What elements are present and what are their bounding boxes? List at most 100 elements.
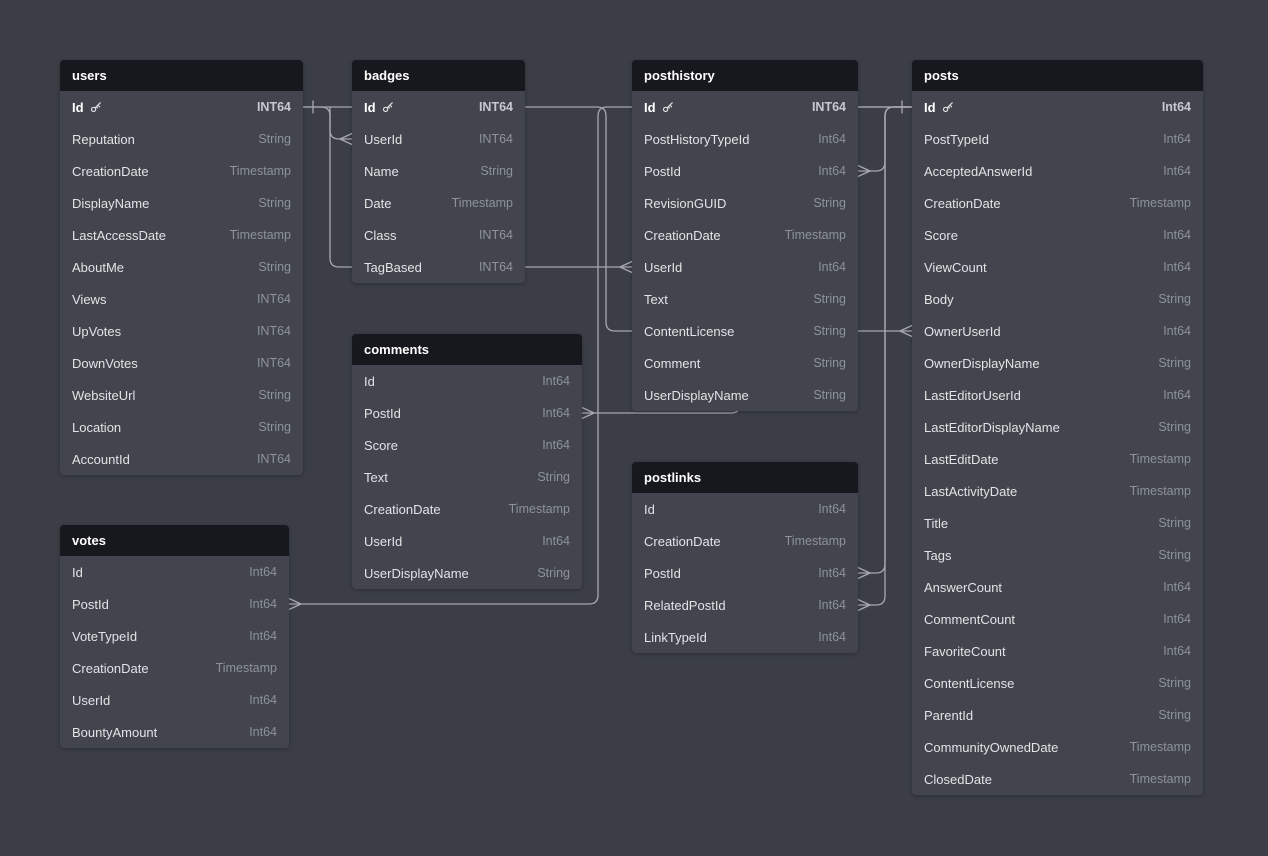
field-name: Text — [644, 292, 668, 307]
field-type: Int64 — [249, 693, 277, 707]
field-row-votes-CreationDate: CreationDateTimestamp — [60, 652, 289, 684]
field-row-posts-AcceptedAnswerId: AcceptedAnswerId Int64 — [912, 155, 1203, 187]
table-header-postlinks[interactable]: postlinks — [632, 462, 858, 493]
field-row-users-CreationDate: CreationDateTimestamp — [60, 155, 303, 187]
field-row-posts-LastEditorUserId: LastEditorUserIdInt64 — [912, 379, 1203, 411]
table-title: posts — [924, 68, 959, 83]
field-type: Int64 — [818, 260, 846, 274]
field-row-posts-PostTypeId: PostTypeId Int64 — [912, 123, 1203, 155]
table-posthistory[interactable]: posthistoryIdINT64PostHistoryTypeIdInt64… — [632, 60, 858, 411]
table-header-posthistory[interactable]: posthistory — [632, 60, 858, 91]
field-name: CreationDate — [644, 228, 721, 243]
field-name: ParentId — [924, 708, 973, 723]
field-row-posts-Tags: TagsString — [912, 539, 1203, 571]
field-row-users-AboutMe: AboutMeString — [60, 251, 303, 283]
field-row-posts-LastActivityDate: LastActivityDate Timestamp — [912, 475, 1203, 507]
field-type: Timestamp — [1130, 484, 1191, 498]
field-type: Timestamp — [509, 502, 570, 516]
table-header-comments[interactable]: comments — [352, 334, 582, 365]
field-type: Timestamp — [216, 661, 277, 675]
field-row-posthistory-RevisionGUID: RevisionGUID String — [632, 187, 858, 219]
field-type: INT64 — [812, 100, 846, 114]
field-row-posthistory-Id: Id INT64 — [632, 91, 858, 123]
field-name: PostTypeId — [924, 132, 989, 147]
field-row-posts-ContentLicense: ContentLicense String — [912, 667, 1203, 699]
field-type: String — [1158, 708, 1191, 722]
table-comments[interactable]: commentsIdInt64PostIdInt64ScoreInt64Text… — [352, 334, 582, 589]
field-type: Timestamp — [1130, 196, 1191, 210]
field-type: INT64 — [257, 292, 291, 306]
field-row-users-LastAccessDate: LastAccessDateTimestamp — [60, 219, 303, 251]
table-posts[interactable]: postsIdInt64PostTypeIdInt64AcceptedAnswe… — [912, 60, 1203, 795]
field-name: AcceptedAnswerId — [924, 164, 1032, 179]
field-name: CreationDate — [924, 196, 1001, 211]
field-type: String — [1158, 676, 1191, 690]
field-type: Int64 — [1163, 132, 1191, 146]
field-row-postlinks-CreationDate: CreationDateTimestamp — [632, 525, 858, 557]
field-row-votes-Id: IdInt64 — [60, 556, 289, 588]
field-row-badges-Name: NameString — [352, 155, 525, 187]
field-type: String — [1158, 516, 1191, 530]
field-type: String — [537, 470, 570, 484]
field-row-users-WebsiteUrl: WebsiteUrlString — [60, 379, 303, 411]
table-title: posthistory — [644, 68, 715, 83]
field-name: CreationDate — [364, 502, 441, 517]
field-name: Id — [72, 565, 83, 580]
table-postlinks[interactable]: postlinksIdInt64CreationDateTimestampPos… — [632, 462, 858, 653]
field-type: Int64 — [818, 164, 846, 178]
field-name: RevisionGUID — [644, 196, 726, 211]
field-name: Id — [644, 100, 656, 115]
field-row-posts-ParentId: ParentId String — [912, 699, 1203, 731]
table-votes[interactable]: votesIdInt64PostIdInt64VoteTypeIdInt64Cr… — [60, 525, 289, 748]
field-name: PostId — [644, 164, 681, 179]
field-name: ContentLicense — [644, 324, 734, 339]
field-row-badges-Date: DateTimestamp — [352, 187, 525, 219]
field-row-posthistory-Comment: CommentString — [632, 347, 858, 379]
field-row-users-UpVotes: UpVotesINT64 — [60, 315, 303, 347]
field-name: LastActivityDate — [924, 484, 1017, 499]
field-name: RelatedPostId — [644, 598, 726, 613]
field-row-comments-Text: TextString — [352, 461, 582, 493]
primary-key-icon — [662, 101, 674, 113]
field-name: LinkTypeId — [644, 630, 707, 645]
table-header-badges[interactable]: badges — [352, 60, 525, 91]
table-badges[interactable]: badgesIdINT64UserIdINT64NameStringDateTi… — [352, 60, 525, 283]
field-name: Id — [924, 100, 936, 115]
field-name: VoteTypeId — [72, 629, 137, 644]
field-type: INT64 — [257, 100, 291, 114]
field-name: ViewCount — [924, 260, 987, 275]
table-users[interactable]: usersIdINT64ReputationStringCreationDate… — [60, 60, 303, 475]
field-row-votes-VoteTypeId: VoteTypeIdInt64 — [60, 620, 289, 652]
field-type: Int64 — [1163, 324, 1191, 338]
field-row-posts-ClosedDate: ClosedDateTimestamp — [912, 763, 1203, 795]
table-title: votes — [72, 533, 106, 548]
primary-key-icon — [382, 101, 394, 113]
field-type: String — [480, 164, 513, 178]
field-name: ContentLicense — [924, 676, 1014, 691]
table-header-posts[interactable]: posts — [912, 60, 1203, 91]
field-name: ClosedDate — [924, 772, 992, 787]
field-name: OwnerDisplayName — [924, 356, 1040, 371]
field-type: Int64 — [542, 534, 570, 548]
field-type: Int64 — [818, 566, 846, 580]
field-row-users-AccountId: AccountIdINT64 — [60, 443, 303, 475]
field-type: Timestamp — [1130, 452, 1191, 466]
table-header-users[interactable]: users — [60, 60, 303, 91]
field-type: Int64 — [1163, 164, 1191, 178]
field-name: UpVotes — [72, 324, 121, 339]
diagram-canvas: usersIdINT64ReputationStringCreationDate… — [0, 0, 1268, 856]
field-name: Id — [364, 100, 376, 115]
field-type: String — [1158, 356, 1191, 370]
field-row-comments-CreationDate: CreationDate Timestamp — [352, 493, 582, 525]
field-type: String — [813, 196, 846, 210]
field-row-comments-UserDisplayName: UserDisplayNameString — [352, 557, 582, 589]
field-name: CreationDate — [644, 534, 721, 549]
field-type: INT64 — [479, 260, 513, 274]
table-title: users — [72, 68, 107, 83]
field-type: INT64 — [479, 100, 513, 114]
table-header-votes[interactable]: votes — [60, 525, 289, 556]
field-name: Score — [364, 438, 398, 453]
field-type: Int64 — [542, 406, 570, 420]
field-row-posts-LastEditDate: LastEditDateTimestamp — [912, 443, 1203, 475]
table-title: comments — [364, 342, 429, 357]
